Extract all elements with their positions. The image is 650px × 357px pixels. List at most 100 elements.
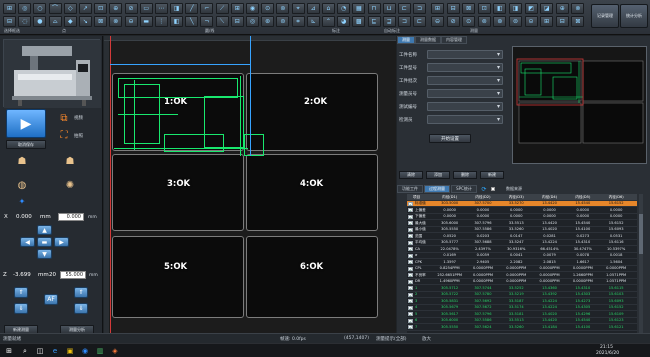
tool-button[interactable]: ⊟ xyxy=(230,16,244,27)
tool-button[interactable]: ◎ xyxy=(246,16,259,27)
start-icon[interactable]: ⊞ xyxy=(4,346,14,356)
tool-button[interactable]: ⊞ xyxy=(230,3,244,14)
row-checkbox[interactable]: ✓ xyxy=(408,305,413,310)
row-checkbox[interactable]: ✓ xyxy=(408,227,413,232)
part-model-select[interactable] xyxy=(427,63,503,72)
tool-button[interactable]: ▦ xyxy=(352,3,366,14)
add-button[interactable]: 添加 xyxy=(426,171,450,179)
measure-tool-button[interactable]: ⊗ xyxy=(571,3,585,14)
row-checkbox[interactable]: ✓ xyxy=(408,325,413,330)
measure-tool-button[interactable]: ⊘ xyxy=(446,16,460,27)
z-up-button[interactable]: ⇑ xyxy=(74,287,88,298)
measure-tool-button[interactable]: ⊛ xyxy=(493,16,507,27)
row-checkbox[interactable]: ✓ xyxy=(408,221,413,226)
measure-tool-button[interactable]: ⊙ xyxy=(462,16,476,27)
tool-button[interactable]: ◌ xyxy=(18,16,32,27)
tool-button[interactable]: ⊡ xyxy=(94,3,108,14)
x-step-input[interactable]: 0.000 xyxy=(58,213,84,221)
tool-button[interactable]: ⌒ xyxy=(48,3,62,14)
table-scrollbar[interactable] xyxy=(639,194,643,342)
light-bottom-icon[interactable]: ☗ xyxy=(62,154,78,168)
tool-button[interactable]: ⊙ xyxy=(261,3,275,14)
delete-button[interactable]: 删除 xyxy=(453,171,477,179)
cancel-save-button[interactable]: 取消保存 xyxy=(6,140,46,149)
tool-button[interactable]: ╲ xyxy=(185,16,199,27)
tool-button[interactable]: ⊓ xyxy=(367,3,381,14)
inspector-select[interactable] xyxy=(427,115,503,124)
tool-button[interactable]: ⌓ xyxy=(48,16,62,27)
tool-button[interactable]: ◇ xyxy=(63,3,77,14)
tool-button[interactable]: ⊟ xyxy=(3,16,16,27)
table-row[interactable]: ✓ 7 305.5550 307.5624 33.5260 13.4184 15.4100 1… xyxy=(407,324,637,331)
tool-button[interactable]: ⟍ xyxy=(215,16,229,27)
clear-button[interactable]: 清除 xyxy=(399,171,423,179)
record-management-button[interactable]: 记录管理 xyxy=(591,4,619,28)
file-explorer-icon[interactable]: ▣ xyxy=(65,346,75,356)
tool-button[interactable]: ⋯ xyxy=(154,3,168,14)
row-checkbox[interactable]: ✓ xyxy=(408,214,413,219)
measure-tool-button[interactable]: ◩ xyxy=(524,3,538,14)
tool-button[interactable]: ⌐ xyxy=(200,3,214,14)
tab-process-measure[interactable]: 过程测量 xyxy=(424,185,450,193)
row-checkbox[interactable]: ✓ xyxy=(408,240,413,245)
tool-button[interactable]: ⊏ xyxy=(413,16,427,27)
z-down-button[interactable]: ⇓ xyxy=(74,303,88,314)
measure-tool-button[interactable]: ⊠ xyxy=(571,16,585,27)
light-blue-icon[interactable]: ✦ xyxy=(14,194,30,208)
refresh-icon[interactable]: ⟳ xyxy=(480,185,488,193)
measure-tool-button[interactable]: ⊞ xyxy=(431,3,444,14)
tool-button[interactable]: ⊠ xyxy=(94,16,108,27)
tool-button[interactable]: ⊾ xyxy=(306,16,320,27)
row-checkbox[interactable]: ✓ xyxy=(408,234,413,239)
row-checkbox[interactable]: ✓ xyxy=(408,201,413,206)
tool-button[interactable]: ⊛ xyxy=(261,16,275,27)
z-step-input[interactable]: 55.000 xyxy=(60,271,86,279)
row-checkbox[interactable]: ✓ xyxy=(408,253,413,258)
tab-function-part[interactable]: 功能工件 xyxy=(397,185,423,193)
operator-id-select[interactable] xyxy=(427,89,503,98)
measure-tool-button[interactable]: ◨ xyxy=(508,3,522,14)
row-checkbox[interactable]: ✓ xyxy=(408,266,413,271)
tool-button[interactable]: ◧ xyxy=(170,16,184,27)
row-checkbox[interactable]: ✓ xyxy=(408,247,413,252)
row-checkbox[interactable]: ✓ xyxy=(408,260,413,265)
tool-button[interactable]: ▭ xyxy=(139,3,153,14)
tool-button[interactable]: ◨ xyxy=(170,3,184,14)
tool-button[interactable]: ⋮ xyxy=(154,16,168,27)
tool-button[interactable]: ⌗ xyxy=(291,16,305,27)
new-button[interactable]: 新建 xyxy=(480,171,504,179)
statistics-button[interactable]: 统计分析 xyxy=(620,4,648,28)
row-checkbox[interactable]: ✓ xyxy=(408,312,413,317)
app-icon-2[interactable]: ▥ xyxy=(95,346,105,356)
batch-select[interactable] xyxy=(427,76,503,85)
measure-tool-button[interactable]: ⊝ xyxy=(524,16,538,27)
tab-content-management[interactable]: 内容管理 xyxy=(441,36,467,44)
jog-right-button[interactable]: ▶ xyxy=(54,237,69,247)
tool-button[interactable]: ◕ xyxy=(337,16,351,27)
tool-button[interactable]: ⊔ xyxy=(382,3,396,14)
measure-tool-button[interactable]: ⊠ xyxy=(462,3,476,14)
tool-button[interactable]: ⊿ xyxy=(306,3,320,14)
jog-left-button[interactable]: ◀ xyxy=(20,237,35,247)
search-icon[interactable]: ⌕ xyxy=(20,346,30,356)
image-canvas[interactable]: 1:OK 2:OK 3:OK 4:OK 5:OK 6:OK xyxy=(104,36,396,343)
tool-button[interactable]: ⊗ xyxy=(109,16,123,27)
tool-button[interactable]: ⌃ xyxy=(321,16,335,27)
data-source-checkbox[interactable] xyxy=(491,187,495,191)
measure-tool-button[interactable]: ⊞ xyxy=(540,16,554,27)
tool-button[interactable]: ⊜ xyxy=(276,16,290,27)
row-checkbox[interactable]: ✓ xyxy=(408,208,413,213)
tool-button[interactable]: ⊘ xyxy=(124,3,138,14)
tool-button[interactable]: ↘ xyxy=(78,16,92,27)
tool-button[interactable]: ↗ xyxy=(78,3,92,14)
row-checkbox[interactable]: ✓ xyxy=(408,299,413,304)
ring-light-icon[interactable]: ◍ xyxy=(14,178,30,192)
video-icon[interactable]: ⧉ xyxy=(56,111,72,125)
tab-measure[interactable]: 测量 xyxy=(397,36,415,44)
run-button[interactable]: ▶ xyxy=(6,109,46,138)
tool-button[interactable]: ◉ xyxy=(246,3,259,14)
tool-button[interactable]: ⊐ xyxy=(397,16,411,27)
row-checkbox[interactable]: ✓ xyxy=(408,318,413,323)
row-checkbox[interactable]: ✓ xyxy=(408,273,413,278)
app-icon[interactable]: ◉ xyxy=(80,346,90,356)
